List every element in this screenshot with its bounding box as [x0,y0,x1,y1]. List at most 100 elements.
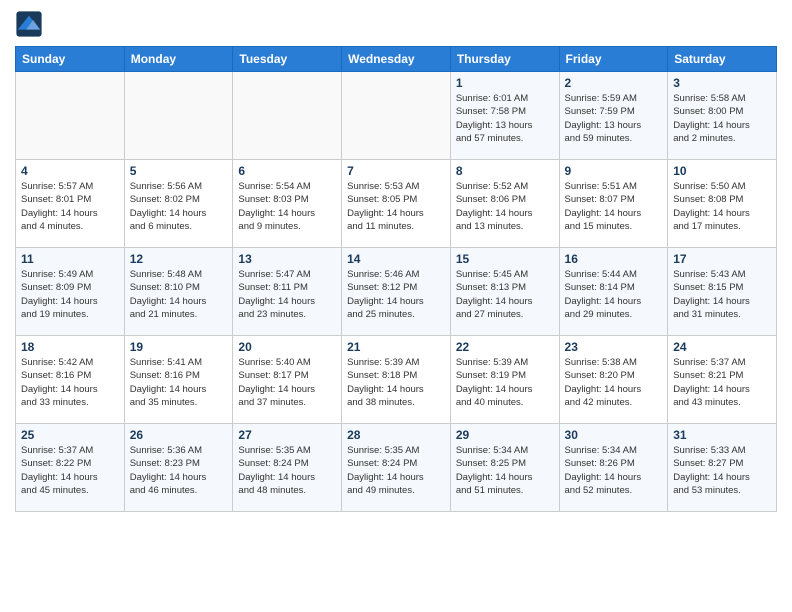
day-number: 10 [673,164,771,178]
day-cell: 15 Sunrise: 5:45 AM Sunset: 8:13 PM Dayli… [450,248,559,336]
day-number: 6 [238,164,336,178]
day-cell: 28Sunrise: 5:35 AM Sunset: 8:24 PM Dayli… [342,424,451,512]
day-cell: 31 Sunrise: 5:33 AM Sunset: 8:27 PM Dayli… [668,424,777,512]
week-row-5: 25 Sunrise: 5:37 AM Sunset: 8:22 PM Dayli… [16,424,777,512]
day-number: 27 [238,428,336,442]
day-number: 26 [130,428,228,442]
day-cell: 20Sunrise: 5:40 AM Sunset: 8:17 PM Dayli… [233,336,342,424]
week-row-3: 11 Sunrise: 5:49 AM Sunset: 8:09 PM Dayli… [16,248,777,336]
day-number: 9 [565,164,663,178]
day-cell: 14 Sunrise: 5:46 AM Sunset: 8:12 PM Dayli… [342,248,451,336]
page: SundayMondayTuesdayWednesdayThursdayFrid… [0,0,792,527]
day-info: Sunrise: 5:36 AM Sunset: 8:23 PM Dayligh… [130,444,228,497]
day-info: Sunrise: 5:53 AM Sunset: 8:05 PM Dayligh… [347,180,445,233]
day-cell: 26 Sunrise: 5:36 AM Sunset: 8:23 PM Dayli… [124,424,233,512]
week-row-4: 18 Sunrise: 5:42 AM Sunset: 8:16 PM Dayli… [16,336,777,424]
day-cell [342,72,451,160]
weekday-header-wednesday: Wednesday [342,47,451,72]
weekday-header-friday: Friday [559,47,668,72]
day-number: 23 [565,340,663,354]
day-info: Sunrise: 5:48 AM Sunset: 8:10 PM Dayligh… [130,268,228,321]
day-number: 8 [456,164,554,178]
weekday-header-sunday: Sunday [16,47,125,72]
day-number: 3 [673,76,771,90]
day-number: 15 [456,252,554,266]
day-info: Sunrise: 5:43 AM Sunset: 8:15 PM Dayligh… [673,268,771,321]
day-cell: 24 Sunrise: 5:37 AM Sunset: 8:21 PM Dayli… [668,336,777,424]
day-info: Sunrise: 5:46 AM Sunset: 8:12 PM Dayligh… [347,268,445,321]
day-number: 28 [347,428,445,442]
day-info: Sunrise: 5:41 AM Sunset: 8:16 PM Dayligh… [130,356,228,409]
calendar: SundayMondayTuesdayWednesdayThursdayFrid… [15,46,777,512]
day-cell: 18 Sunrise: 5:42 AM Sunset: 8:16 PM Dayli… [16,336,125,424]
day-cell: 12 Sunrise: 5:48 AM Sunset: 8:10 PM Dayli… [124,248,233,336]
weekday-header-monday: Monday [124,47,233,72]
day-info: Sunrise: 5:57 AM Sunset: 8:01 PM Dayligh… [21,180,119,233]
day-number: 1 [456,76,554,90]
day-number: 4 [21,164,119,178]
day-info: Sunrise: 5:37 AM Sunset: 8:21 PM Dayligh… [673,356,771,409]
day-number: 21 [347,340,445,354]
day-info: Sunrise: 5:33 AM Sunset: 8:27 PM Dayligh… [673,444,771,497]
day-info: Sunrise: 5:34 AM Sunset: 8:26 PM Dayligh… [565,444,663,497]
day-cell: 17 Sunrise: 5:43 AM Sunset: 8:15 PM Dayli… [668,248,777,336]
day-number: 13 [238,252,336,266]
day-number: 7 [347,164,445,178]
day-info: Sunrise: 5:58 AM Sunset: 8:00 PM Dayligh… [673,92,771,145]
day-number: 17 [673,252,771,266]
day-cell: 9Sunrise: 5:51 AM Sunset: 8:07 PM Daylig… [559,160,668,248]
day-info: Sunrise: 5:39 AM Sunset: 8:18 PM Dayligh… [347,356,445,409]
day-number: 22 [456,340,554,354]
day-number: 31 [673,428,771,442]
header [15,10,777,38]
week-row-2: 4 Sunrise: 5:57 AM Sunset: 8:01 PM Daylig… [16,160,777,248]
day-cell: 5 Sunrise: 5:56 AM Sunset: 8:02 PM Daylig… [124,160,233,248]
day-info: Sunrise: 5:49 AM Sunset: 8:09 PM Dayligh… [21,268,119,321]
day-cell: 13 Sunrise: 5:47 AM Sunset: 8:11 PM Dayli… [233,248,342,336]
weekday-header-tuesday: Tuesday [233,47,342,72]
day-cell: 10Sunrise: 5:50 AM Sunset: 8:08 PM Dayli… [668,160,777,248]
day-info: Sunrise: 5:47 AM Sunset: 8:11 PM Dayligh… [238,268,336,321]
weekday-header-saturday: Saturday [668,47,777,72]
logo [15,10,45,38]
day-cell: 11 Sunrise: 5:49 AM Sunset: 8:09 PM Dayli… [16,248,125,336]
day-cell: 30Sunrise: 5:34 AM Sunset: 8:26 PM Dayli… [559,424,668,512]
day-cell: 4 Sunrise: 5:57 AM Sunset: 8:01 PM Daylig… [16,160,125,248]
day-number: 19 [130,340,228,354]
day-number: 5 [130,164,228,178]
day-info: Sunrise: 5:54 AM Sunset: 8:03 PM Dayligh… [238,180,336,233]
day-number: 2 [565,76,663,90]
day-cell [233,72,342,160]
day-cell [124,72,233,160]
day-number: 25 [21,428,119,442]
day-info: Sunrise: 5:56 AM Sunset: 8:02 PM Dayligh… [130,180,228,233]
day-cell: 16Sunrise: 5:44 AM Sunset: 8:14 PM Dayli… [559,248,668,336]
day-cell: 6 Sunrise: 5:54 AM Sunset: 8:03 PM Daylig… [233,160,342,248]
day-info: Sunrise: 6:01 AM Sunset: 7:58 PM Dayligh… [456,92,554,145]
weekday-header-thursday: Thursday [450,47,559,72]
day-number: 12 [130,252,228,266]
day-cell: 19 Sunrise: 5:41 AM Sunset: 8:16 PM Dayli… [124,336,233,424]
day-cell: 3 Sunrise: 5:58 AM Sunset: 8:00 PM Daylig… [668,72,777,160]
day-cell: 25 Sunrise: 5:37 AM Sunset: 8:22 PM Dayli… [16,424,125,512]
day-info: Sunrise: 5:37 AM Sunset: 8:22 PM Dayligh… [21,444,119,497]
day-number: 18 [21,340,119,354]
day-number: 29 [456,428,554,442]
day-cell: 7 Sunrise: 5:53 AM Sunset: 8:05 PM Daylig… [342,160,451,248]
day-info: Sunrise: 5:40 AM Sunset: 8:17 PM Dayligh… [238,356,336,409]
day-info: Sunrise: 5:39 AM Sunset: 8:19 PM Dayligh… [456,356,554,409]
day-cell: 27Sunrise: 5:35 AM Sunset: 8:24 PM Dayli… [233,424,342,512]
day-cell [16,72,125,160]
day-info: Sunrise: 5:45 AM Sunset: 8:13 PM Dayligh… [456,268,554,321]
logo-icon [15,10,43,38]
day-cell: 29 Sunrise: 5:34 AM Sunset: 8:25 PM Dayli… [450,424,559,512]
day-number: 24 [673,340,771,354]
day-info: Sunrise: 5:38 AM Sunset: 8:20 PM Dayligh… [565,356,663,409]
day-info: Sunrise: 5:34 AM Sunset: 8:25 PM Dayligh… [456,444,554,497]
day-number: 14 [347,252,445,266]
day-number: 11 [21,252,119,266]
day-info: Sunrise: 5:42 AM Sunset: 8:16 PM Dayligh… [21,356,119,409]
day-info: Sunrise: 5:59 AM Sunset: 7:59 PM Dayligh… [565,92,663,145]
day-cell: 2 Sunrise: 5:59 AM Sunset: 7:59 PM Daylig… [559,72,668,160]
day-cell: 1 Sunrise: 6:01 AM Sunset: 7:58 PM Daylig… [450,72,559,160]
